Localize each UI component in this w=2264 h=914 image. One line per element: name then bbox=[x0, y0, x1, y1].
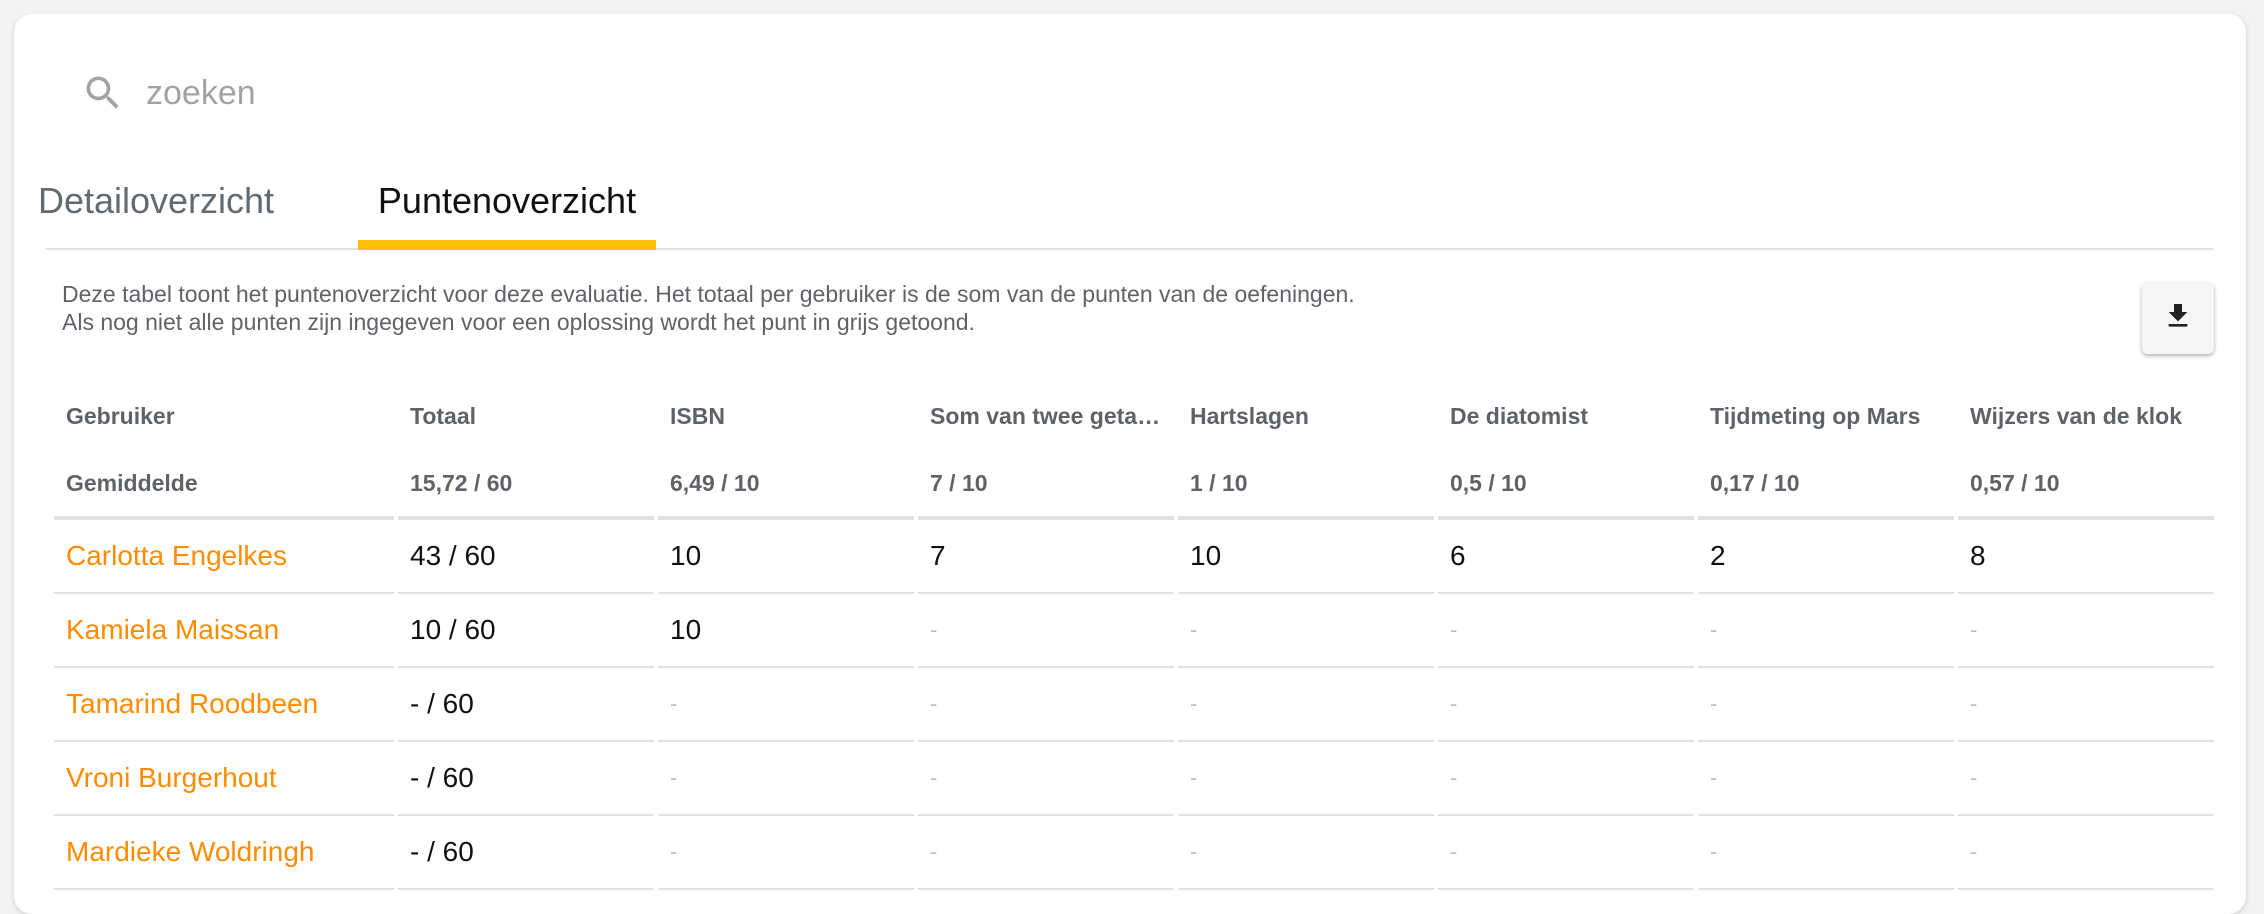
average-cell: 0,5 / 10 bbox=[1438, 450, 1694, 520]
header-exercise[interactable]: De diatomist bbox=[1438, 382, 1694, 450]
table-row: Mardieke Woldringh - / 60 - - - - - - bbox=[54, 816, 2214, 890]
score-cell: - bbox=[1958, 594, 2214, 668]
tab-detailoverzicht[interactable]: Detailoverzicht bbox=[38, 154, 274, 248]
tab-puntenoverzicht[interactable]: Puntenoverzicht bbox=[358, 154, 656, 250]
header-totaal[interactable]: Totaal bbox=[398, 382, 654, 450]
header-exercise[interactable]: Wijzers van de klok bbox=[1958, 382, 2214, 450]
score-cell: 10 / 60 bbox=[398, 594, 654, 668]
score-overview-card: Detailoverzicht Puntenoverzicht Deze tab… bbox=[14, 14, 2246, 914]
score-table: Gebruiker Totaal ISBN Som van twee geta…… bbox=[50, 382, 2218, 890]
score-cell: - bbox=[1178, 816, 1434, 890]
user-link[interactable]: Carlotta Engelkes bbox=[54, 520, 394, 594]
user-link[interactable]: Tamarind Roodbeen bbox=[54, 668, 394, 742]
average-cell: 0,57 / 10 bbox=[1958, 450, 2214, 520]
score-cell: - bbox=[1698, 742, 1954, 816]
search-bar bbox=[78, 56, 848, 130]
score-cell: - bbox=[1698, 816, 1954, 890]
tab-bar: Detailoverzicht Puntenoverzicht bbox=[38, 154, 2214, 250]
average-cell: 1 / 10 bbox=[1178, 450, 1434, 520]
table-row: Kamiela Maissan 10 / 60 10 - - - - - bbox=[54, 594, 2214, 668]
search-input[interactable] bbox=[144, 72, 848, 114]
header-exercise[interactable]: Tijdmeting op Mars bbox=[1698, 382, 1954, 450]
score-cell: - / 60 bbox=[398, 742, 654, 816]
score-cell: - bbox=[658, 816, 914, 890]
description-line-1: Deze tabel toont het puntenoverzicht voo… bbox=[62, 281, 1355, 307]
score-cell: - bbox=[1178, 594, 1434, 668]
score-cell: 10 bbox=[658, 594, 914, 668]
score-cell: - bbox=[1958, 742, 2214, 816]
score-cell: - bbox=[1438, 742, 1694, 816]
score-cell: - bbox=[658, 668, 914, 742]
score-cell: - / 60 bbox=[398, 816, 654, 890]
score-cell: - bbox=[1178, 742, 1434, 816]
user-link[interactable]: Kamiela Maissan bbox=[54, 594, 394, 668]
table-description: Deze tabel toont het puntenoverzicht voo… bbox=[62, 280, 1355, 336]
table-row: Vroni Burgerhout - / 60 - - - - - - bbox=[54, 742, 2214, 816]
score-cell: 2 bbox=[1698, 520, 1954, 594]
score-cell: - bbox=[918, 668, 1174, 742]
header-gebruiker[interactable]: Gebruiker bbox=[54, 382, 394, 450]
search-icon bbox=[78, 68, 128, 118]
user-link[interactable]: Mardieke Woldringh bbox=[54, 816, 394, 890]
header-exercise[interactable]: Hartslagen bbox=[1178, 382, 1434, 450]
score-cell: - bbox=[918, 816, 1174, 890]
table-row: Carlotta Engelkes 43 / 60 10 7 10 6 2 8 bbox=[54, 520, 2214, 594]
header-row: Gebruiker Totaal ISBN Som van twee geta…… bbox=[54, 382, 2214, 450]
score-cell: - bbox=[1698, 594, 1954, 668]
score-cell: 10 bbox=[1178, 520, 1434, 594]
score-cell: 7 bbox=[918, 520, 1174, 594]
score-cell: 10 bbox=[658, 520, 914, 594]
score-cell: - bbox=[658, 742, 914, 816]
average-cell: 0,17 / 10 bbox=[1698, 450, 1954, 520]
score-cell: - bbox=[1958, 668, 2214, 742]
table-row: Tamarind Roodbeen - / 60 - - - - - - bbox=[54, 668, 2214, 742]
average-cell: 6,49 / 10 bbox=[658, 450, 914, 520]
header-exercise[interactable]: ISBN bbox=[658, 382, 914, 450]
score-cell: - bbox=[1438, 816, 1694, 890]
description-line-2: Als nog niet alle punten zijn ingegeven … bbox=[62, 309, 975, 335]
score-cell: - / 60 bbox=[398, 668, 654, 742]
score-cell: - bbox=[1698, 668, 1954, 742]
score-cell: - bbox=[1438, 668, 1694, 742]
average-cell: 7 / 10 bbox=[918, 450, 1174, 520]
score-cell: 43 / 60 bbox=[398, 520, 654, 594]
score-cell: 8 bbox=[1958, 520, 2214, 594]
score-cell: - bbox=[1958, 816, 2214, 890]
score-cell: 6 bbox=[1438, 520, 1694, 594]
score-cell: - bbox=[1438, 594, 1694, 668]
average-cell: 15,72 / 60 bbox=[398, 450, 654, 520]
download-icon bbox=[2162, 300, 2194, 337]
user-link[interactable]: Vroni Burgerhout bbox=[54, 742, 394, 816]
score-cell: - bbox=[1178, 668, 1434, 742]
header-exercise[interactable]: Som van twee geta… bbox=[918, 382, 1174, 450]
score-cell: - bbox=[918, 594, 1174, 668]
average-row: Gemiddelde 15,72 / 60 6,49 / 10 7 / 10 1… bbox=[54, 450, 2214, 520]
download-button[interactable] bbox=[2142, 282, 2214, 354]
score-cell: - bbox=[918, 742, 1174, 816]
average-label: Gemiddelde bbox=[54, 450, 394, 520]
